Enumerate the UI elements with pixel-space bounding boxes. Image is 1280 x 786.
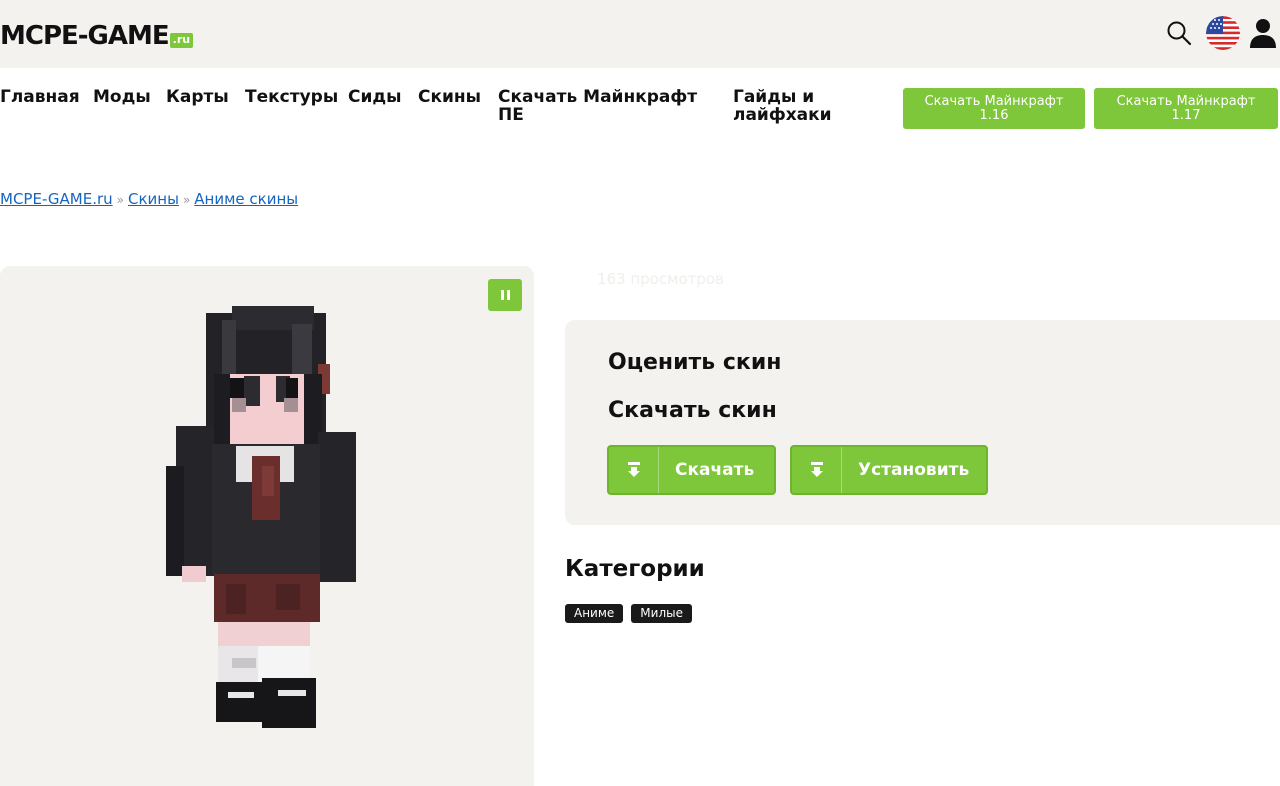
nav-guides[interactable]: Гайды и лайфхаки	[733, 88, 843, 124]
rate-skin-title: Оценить скин	[608, 350, 782, 375]
header-icons	[1162, 16, 1280, 50]
download-skin-button[interactable]: Скачать	[607, 445, 776, 495]
breadcrumb-separator: »	[182, 193, 191, 207]
breadcrumb-separator: »	[116, 193, 124, 207]
logo-suffix: .ru	[169, 33, 194, 48]
logo-text: MCPE-GAME	[0, 21, 170, 51]
views-count: 163 просмотров	[597, 270, 724, 288]
skin-3d-preview[interactable]	[0, 266, 534, 768]
breadcrumb: MCPE-GAME.ru» Скины» Аниме скины	[0, 190, 298, 208]
top-header: MCPE-GAME .ru	[0, 0, 1280, 68]
download-mc-116-button[interactable]: Скачать Майнкрафт 1.16	[903, 88, 1085, 129]
install-icon	[792, 447, 842, 493]
download-mc-117-version: 1.17	[1171, 107, 1201, 123]
download-mc-117-button[interactable]: Скачать Майнкрафт 1.17	[1094, 88, 1278, 129]
site-logo[interactable]: MCPE-GAME .ru	[0, 20, 194, 51]
nav-textures[interactable]: Текстуры	[245, 88, 338, 106]
nav-skins[interactable]: Скины	[418, 88, 481, 106]
download-mc-116-label: Скачать Майнкрафт	[924, 93, 1064, 109]
search-icon[interactable]	[1162, 16, 1196, 50]
download-mc-117-label: Скачать Майнкрафт	[1116, 93, 1256, 109]
pause-icon	[506, 290, 510, 300]
nav-home[interactable]: Главная	[0, 88, 80, 106]
breadcrumb-home[interactable]: MCPE-GAME.ru	[0, 190, 113, 208]
install-skin-button[interactable]: Установить	[790, 445, 988, 495]
main-nav: Главная Моды Карты Текстуры Сиды Скины С…	[0, 88, 1280, 136]
breadcrumb-skins[interactable]: Скины	[128, 190, 179, 208]
user-icon[interactable]	[1250, 16, 1280, 50]
download-skin-label: Скачать	[675, 460, 755, 480]
nav-maps[interactable]: Карты	[166, 88, 229, 106]
download-icon	[609, 447, 659, 493]
nav-mods[interactable]: Моды	[93, 88, 151, 106]
download-skin-title: Скачать скин	[608, 398, 777, 423]
us-flag-icon[interactable]	[1206, 16, 1240, 50]
nav-download-mcpe[interactable]: Скачать Майнкрафт ПЕ	[498, 88, 698, 124]
pause-icon	[500, 290, 504, 300]
pause-animation-button[interactable]	[488, 279, 522, 311]
breadcrumb-anime-skins[interactable]: Аниме скины	[194, 190, 298, 208]
install-skin-label: Установить	[858, 460, 970, 480]
tag-cute[interactable]: Милые	[631, 604, 692, 623]
nav-seeds[interactable]: Сиды	[348, 88, 402, 106]
download-mc-116-version: 1.16	[979, 107, 1009, 123]
skin-preview-panel	[0, 266, 534, 786]
category-tags: Аниме Милые	[565, 604, 692, 623]
categories-title: Категории	[565, 556, 705, 582]
tag-anime[interactable]: Аниме	[565, 604, 624, 623]
